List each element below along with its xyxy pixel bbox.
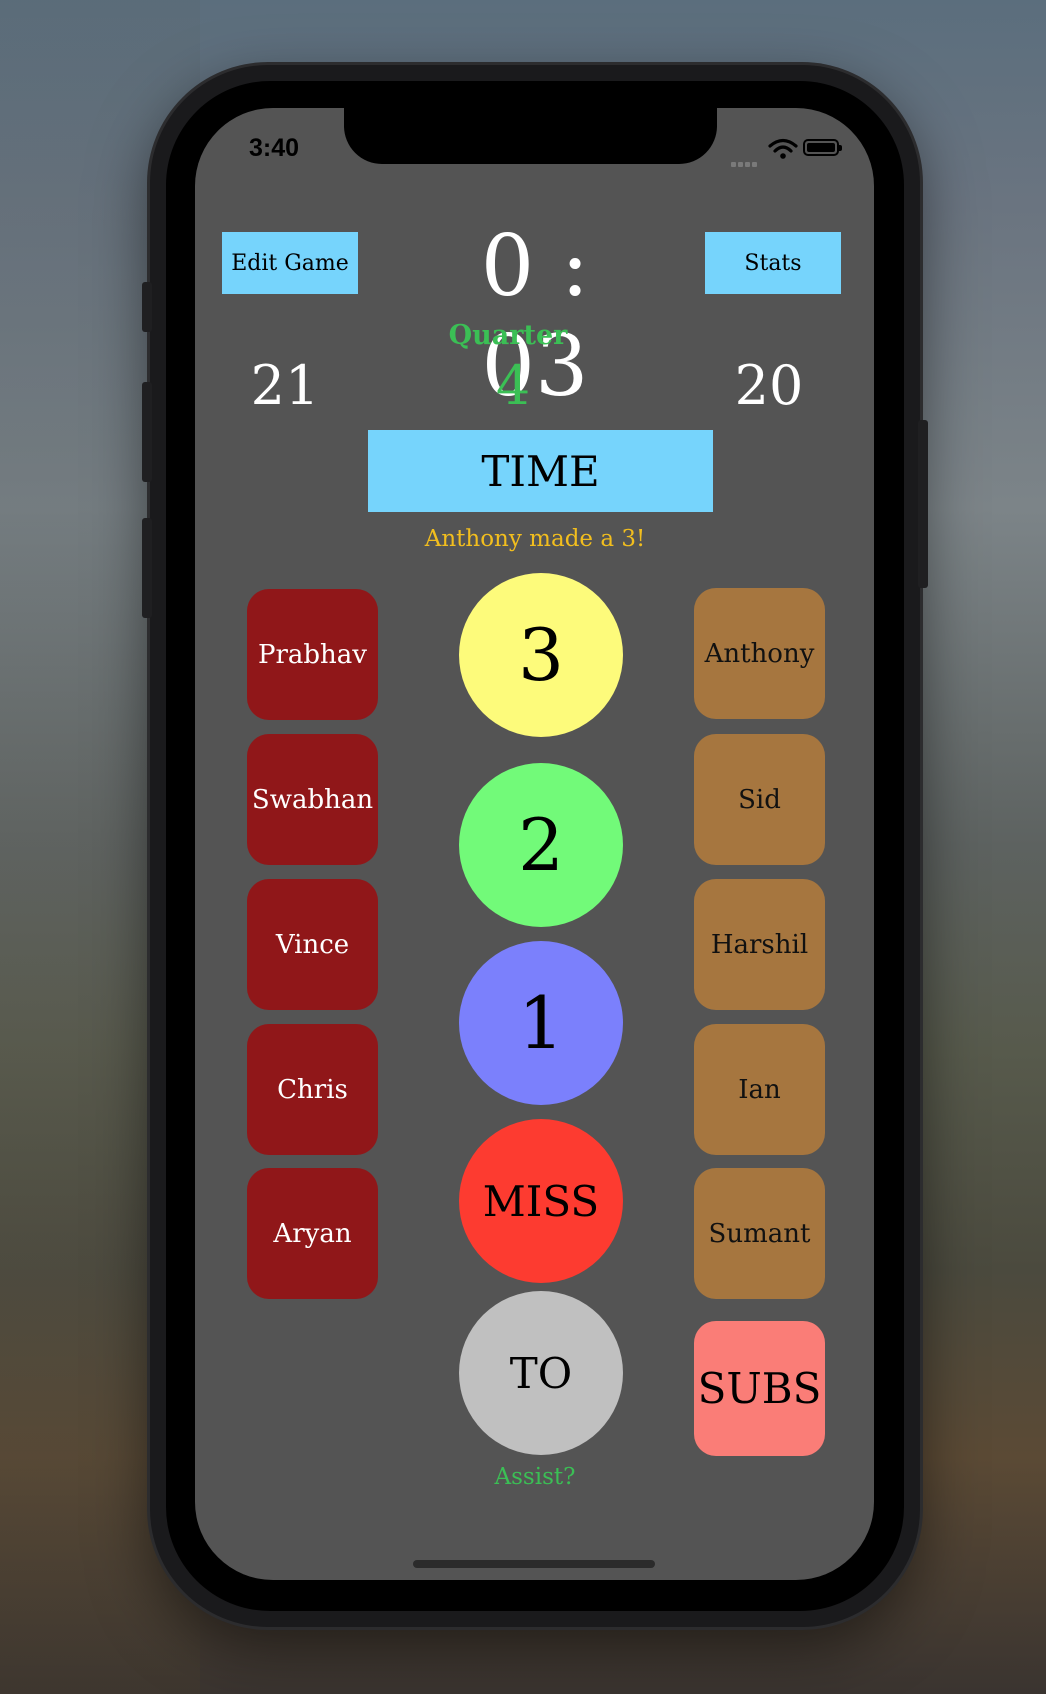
timeout-button[interactable]: TO <box>459 1291 623 1455</box>
stats-button[interactable]: Stats <box>705 232 841 294</box>
cellular-signal-icon <box>731 152 763 167</box>
miss-button[interactable]: MISS <box>459 1119 623 1283</box>
status-time: 3:40 <box>249 134 300 162</box>
battery-icon <box>803 139 842 156</box>
three-point-button[interactable]: 3 <box>459 573 623 737</box>
volume-up-button <box>142 382 152 482</box>
assist-prompt[interactable]: Assist? <box>465 1464 605 1490</box>
left-player-button[interactable]: Aryan <box>247 1168 378 1299</box>
right-team-score: 20 <box>734 354 804 417</box>
time-button[interactable]: TIME <box>368 430 713 512</box>
right-player-button[interactable]: Ian <box>694 1024 825 1155</box>
right-player-button[interactable]: Sumant <box>694 1168 825 1299</box>
two-point-button[interactable]: 2 <box>459 763 623 927</box>
right-player-button[interactable]: Sid <box>694 734 825 865</box>
app-screen: 3:40 Edit Game 0 : 03 Stats Quarter 4 21… <box>195 108 874 1580</box>
right-player-button[interactable]: Anthony <box>694 588 825 719</box>
subs-button[interactable]: SUBS <box>694 1321 825 1456</box>
left-player-button[interactable]: Vince <box>247 879 378 1010</box>
mute-switch <box>142 282 152 332</box>
quarter-label: Quarter <box>448 320 568 351</box>
left-player-button[interactable]: Chris <box>247 1024 378 1155</box>
home-indicator[interactable] <box>413 1560 655 1568</box>
volume-down-button <box>142 518 152 618</box>
one-point-button[interactable]: 1 <box>459 941 623 1105</box>
power-button <box>918 420 928 588</box>
left-player-button[interactable]: Prabhav <box>247 589 378 720</box>
play-message: Anthony made a 3! <box>424 526 646 552</box>
wifi-icon <box>768 138 798 159</box>
left-team-score: 21 <box>250 354 320 417</box>
left-player-button[interactable]: Swabhan <box>247 734 378 865</box>
edit-game-button[interactable]: Edit Game <box>222 232 358 294</box>
right-player-button[interactable]: Harshil <box>694 879 825 1010</box>
quarter-value: 4 <box>495 354 531 417</box>
notch <box>344 108 717 164</box>
